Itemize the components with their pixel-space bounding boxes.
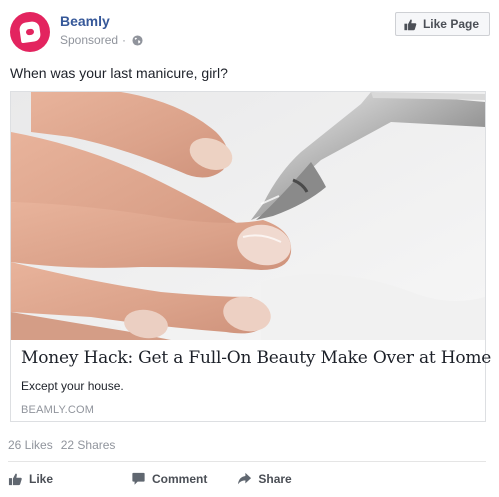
thumbs-up-icon bbox=[404, 19, 417, 30]
share-arrow-icon bbox=[238, 472, 252, 485]
comment-label: Comment bbox=[152, 472, 208, 486]
engagement-stats: 26 Likes 22 Shares bbox=[8, 438, 115, 452]
actions-divider bbox=[8, 461, 486, 462]
page-avatar[interactable] bbox=[10, 12, 50, 52]
page-name-link[interactable]: Beamly bbox=[60, 13, 110, 29]
link-preview-image[interactable] bbox=[11, 92, 485, 340]
link-preview[interactable]: Money Hack: Get a Full-On Beauty Make Ov… bbox=[10, 91, 491, 422]
shares-count[interactable]: 22 Shares bbox=[61, 438, 116, 452]
link-description: Except your house. bbox=[21, 379, 124, 393]
share-button[interactable]: Share bbox=[237, 472, 292, 486]
comment-button[interactable]: Comment bbox=[131, 472, 207, 486]
like-page-label: Like Page bbox=[422, 17, 479, 31]
like-label: Like bbox=[29, 472, 54, 486]
post-header: Beamly Sponsored · Like Page bbox=[10, 12, 490, 52]
post-text: When was your last manicure, girl? bbox=[10, 65, 228, 81]
speech-bubble-icon bbox=[132, 472, 145, 485]
link-preview-body: Money Hack: Get a Full-On Beauty Make Ov… bbox=[21, 348, 491, 416]
like-button[interactable]: Like bbox=[8, 472, 53, 486]
thumbs-up-icon bbox=[8, 473, 22, 486]
sponsored-label[interactable]: Sponsored bbox=[60, 33, 118, 47]
post-actions: Like Comment Share bbox=[8, 469, 292, 489]
link-domain: BEAMLY.COM bbox=[21, 404, 95, 416]
likes-count[interactable]: 26 Likes bbox=[8, 438, 53, 452]
sponsored-post-card: Beamly Sponsored · Like Page When was yo… bbox=[0, 0, 499, 497]
globe-icon[interactable] bbox=[132, 34, 143, 46]
beamly-logo-icon bbox=[18, 20, 42, 44]
post-meta: Sponsored · bbox=[60, 33, 143, 47]
like-page-button[interactable]: Like Page bbox=[394, 12, 490, 36]
meta-separator: · bbox=[122, 33, 127, 47]
share-label: Share bbox=[258, 472, 292, 486]
link-title[interactable]: Money Hack: Get a Full-On Beauty Make Ov… bbox=[21, 348, 491, 368]
